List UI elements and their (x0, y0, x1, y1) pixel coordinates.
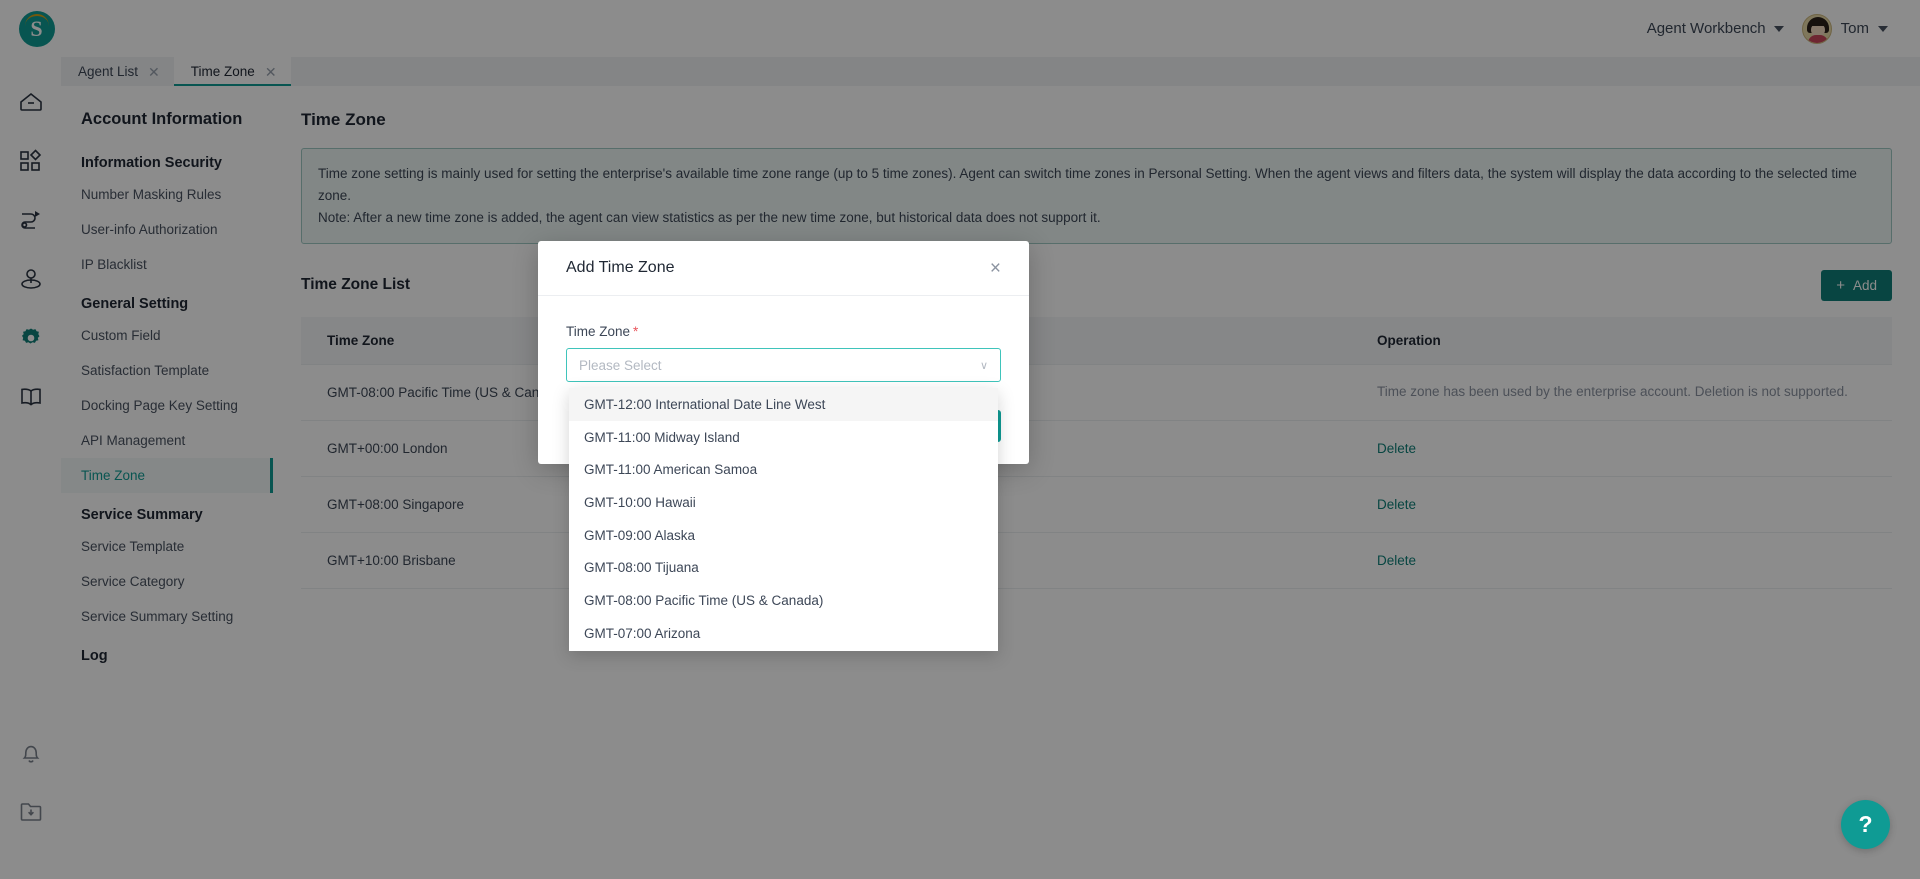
required-asterisk: * (633, 324, 639, 339)
dropdown-option[interactable]: GMT-07:00 Arizona (569, 617, 998, 650)
field-label-text: Time Zone (566, 324, 631, 339)
dropdown-option[interactable]: GMT-09:00 Alaska (569, 519, 998, 552)
dropdown-option[interactable]: GMT-08:00 Pacific Time (US & Canada) (569, 584, 998, 617)
dropdown-option[interactable]: GMT-10:00 Hawaii (569, 486, 998, 519)
select-placeholder: Please Select (579, 357, 662, 373)
time-zone-field-label: Time Zone * (566, 324, 1001, 339)
help-button[interactable]: ? (1841, 800, 1890, 849)
time-zone-options-dropdown[interactable]: GMT-12:00 International Date Line West G… (569, 388, 998, 651)
dropdown-option[interactable]: GMT-11:00 American Samoa (569, 453, 998, 486)
help-icon: ? (1858, 811, 1873, 837)
chevron-down-icon: ∨ (979, 359, 988, 372)
dialog-body: Time Zone * Please Select ∨ (538, 296, 1029, 388)
dropdown-option[interactable]: GMT-11:00 Midway Island (569, 421, 998, 454)
dialog-title: Add Time Zone (566, 259, 675, 276)
time-zone-select[interactable]: Please Select ∨ (566, 348, 1001, 382)
close-icon[interactable]: × (990, 259, 1001, 278)
dialog-header: Add Time Zone × (538, 241, 1029, 296)
dropdown-option[interactable]: GMT-12:00 International Date Line West (569, 388, 998, 421)
app-root: S Agent Workbench Tom Agent List ✕ Time … (0, 0, 1920, 879)
dropdown-option[interactable]: GMT-08:00 Tijuana (569, 551, 998, 584)
